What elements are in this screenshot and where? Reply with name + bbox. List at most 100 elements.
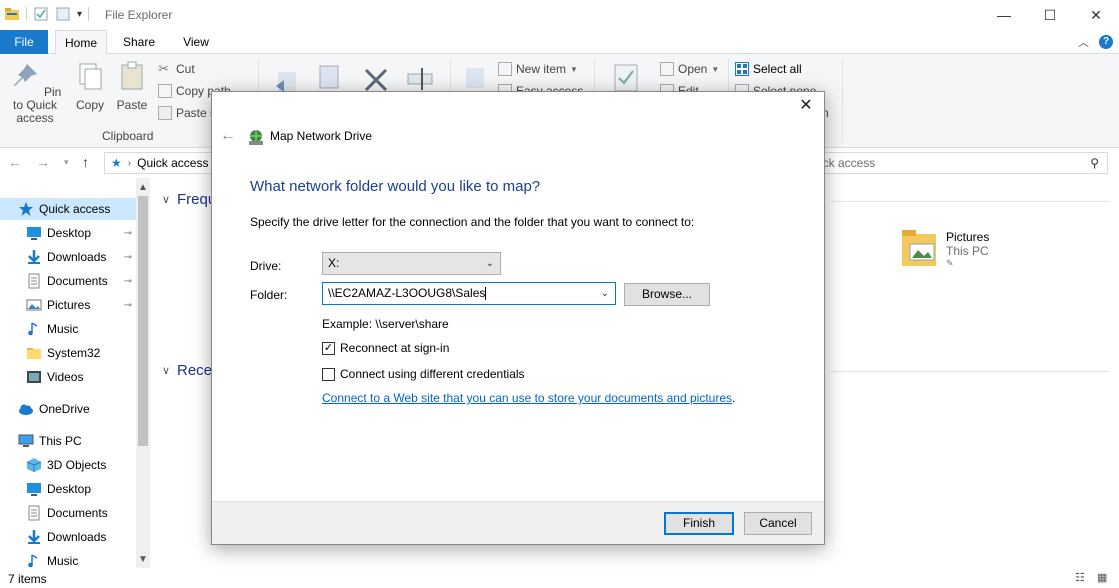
nav-item-this-pc[interactable]: This PC (0, 430, 136, 452)
credentials-checkbox-row[interactable]: Connect using different credentials (322, 367, 525, 381)
tile-name: Pictures (946, 230, 990, 244)
tab-home[interactable]: Home (55, 30, 107, 55)
copy-to-icon[interactable] (314, 62, 344, 92)
file-explorer-icon (5, 8, 19, 20)
address-location: Quick access (137, 156, 209, 170)
up-arrow-icon[interactable]: ↑ (82, 154, 89, 170)
pin-icon (13, 64, 37, 86)
nav-item-downloads[interactable]: Downloads ⊸ (0, 246, 136, 268)
finish-button[interactable]: Finish (664, 512, 734, 535)
credentials-checkbox[interactable] (322, 367, 335, 381)
scrollbar-thumb[interactable] (138, 196, 148, 446)
new-folder-icon[interactable] (55, 6, 71, 22)
nav-item-desktop[interactable]: Desktop (0, 478, 136, 500)
nav-item-label: 3D Objects (47, 458, 107, 472)
pin-to-quick-access-button[interactable]: Pin to Quick access (2, 60, 68, 125)
folder-input[interactable]: \\EC2AMAZ-L3OOUG8\Sales ⌄ (322, 282, 616, 305)
nav-item-desktop[interactable]: Desktop ⊸ (0, 222, 136, 244)
properties-icon[interactable] (33, 6, 49, 22)
nav-item-downloads[interactable]: Downloads (0, 526, 136, 548)
maximize-button[interactable]: ☐ (1027, 0, 1073, 30)
nav-item-label: Videos (47, 370, 84, 384)
help-icon[interactable]: ? (1099, 35, 1113, 49)
open-label: Open (678, 62, 708, 76)
web-site-link-text[interactable]: Connect to a Web site that you can use t… (322, 391, 732, 405)
scroll-down-icon[interactable]: ▼ (138, 554, 148, 565)
item-count: 7 items (8, 572, 47, 586)
search-input[interactable]: ick access ⚲ (813, 152, 1108, 174)
open-icon (660, 62, 674, 76)
title-bar: ▾ File Explorer — ☐ ✕ (0, 0, 1119, 30)
nav-item-documents[interactable]: Documents (0, 502, 136, 524)
pin-icon: ✎ (946, 258, 954, 268)
nav-scrollbar[interactable]: ▲ ▼ (136, 178, 150, 568)
recent-locations-icon[interactable]: ▾ (64, 157, 69, 168)
nav-item-label: This PC (39, 434, 82, 448)
status-bar: 7 items ☷ ▦ (0, 568, 1119, 588)
select-all-label: Select all (753, 62, 802, 76)
chevron-down-icon[interactable]: ∨ (162, 364, 170, 377)
minimize-button[interactable]: — (981, 0, 1027, 30)
browse-button[interactable]: Browse... (624, 283, 710, 306)
new-item-label: New item (516, 62, 567, 76)
nav-item-system32[interactable]: System32 (0, 342, 136, 364)
details-view-icon[interactable]: ☷ (1075, 571, 1085, 584)
nav-item-3d-objects[interactable]: 3D Objects (0, 454, 136, 476)
scroll-up-icon[interactable]: ▲ (138, 182, 148, 193)
new-item-button[interactable]: New item ▼ (498, 62, 578, 76)
desktop-icon (26, 225, 42, 241)
copy-path-icon (158, 84, 172, 98)
web-site-link[interactable]: Connect to a Web site that you can use t… (322, 391, 735, 405)
divider (830, 371, 1110, 372)
download-icon (26, 249, 42, 265)
tab-view[interactable]: View (170, 30, 222, 54)
divider (26, 7, 27, 21)
chevron-down-icon[interactable]: ⌄ (601, 283, 609, 304)
forward-arrow-icon[interactable]: → (36, 154, 50, 170)
close-window-button[interactable]: ✕ (1073, 0, 1119, 30)
pin-icon: ⊸ (123, 275, 132, 287)
drive-select[interactable]: X: ⌄ (322, 252, 501, 275)
nav-item-documents[interactable]: Documents ⊸ (0, 270, 136, 292)
collapse-ribbon-icon[interactable]: ︿ (1078, 34, 1089, 50)
back-arrow-icon[interactable]: ← (8, 154, 22, 170)
select-all-button[interactable]: Select all (735, 62, 802, 76)
select-all-icon (735, 62, 749, 76)
nav-item-quick-access[interactable]: Quick access (0, 198, 136, 220)
pictures-icon (26, 297, 42, 313)
scissors-icon: ✂ (158, 61, 169, 76)
example-text: Example: \\server\share (322, 317, 449, 331)
properties-icon[interactable] (612, 62, 640, 94)
back-arrow-icon[interactable]: ← (220, 127, 236, 145)
paste-button[interactable]: Paste (114, 60, 150, 112)
customize-qat-icon[interactable]: ▾ (77, 9, 82, 20)
chevron-down-icon[interactable]: ∨ (162, 193, 170, 206)
open-button[interactable]: Open ▼ (660, 62, 719, 76)
tab-share[interactable]: Share (113, 30, 165, 54)
tab-file[interactable]: File (0, 30, 48, 54)
nav-item-label: System32 (47, 346, 101, 360)
folder-label: Folder: (250, 288, 288, 302)
chevron-down-icon: ▼ (711, 64, 720, 74)
chevron-down-icon: ▼ (570, 64, 578, 74)
close-icon[interactable]: ✕ (796, 96, 816, 116)
nav-item-pictures[interactable]: Pictures ⊸ (0, 294, 136, 316)
nav-item-music[interactable]: Music (0, 318, 136, 340)
reconnect-checkbox[interactable]: ✓ (322, 341, 335, 355)
nav-item-videos[interactable]: Videos (0, 366, 136, 388)
delete-icon[interactable] (362, 66, 390, 94)
cancel-button[interactable]: Cancel (744, 512, 812, 535)
cloud-icon (18, 401, 34, 417)
copy-button[interactable]: Copy (73, 60, 107, 112)
download-icon (26, 529, 42, 545)
paste-shortcut-button[interactable]: Paste s (158, 106, 216, 120)
cut-button[interactable]: ✂ Cut (158, 61, 195, 77)
rename-icon[interactable] (405, 64, 435, 94)
computer-icon (18, 433, 34, 449)
nav-item-label: Documents (47, 506, 108, 520)
pictures-tile[interactable]: Pictures This PC ✎ (900, 226, 989, 270)
nav-item-onedrive[interactable]: OneDrive (0, 398, 136, 420)
reconnect-checkbox-row[interactable]: ✓ Reconnect at sign-in (322, 341, 449, 355)
new-folder-icon[interactable] (462, 62, 488, 92)
large-icons-view-icon[interactable]: ▦ (1097, 571, 1107, 584)
